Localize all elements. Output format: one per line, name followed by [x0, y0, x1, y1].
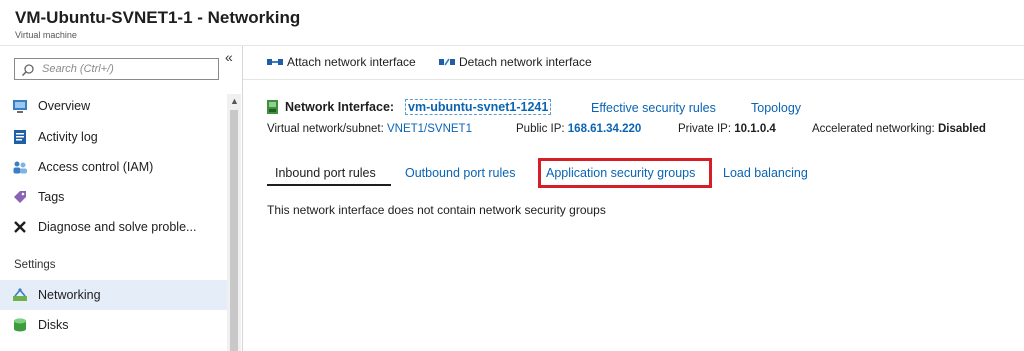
search-input[interactable]: Search (Ctrl+/): [14, 58, 219, 80]
tab-load-balancing[interactable]: Load balancing: [723, 166, 808, 180]
sidebar-item-disks[interactable]: Disks: [0, 310, 227, 340]
search-icon: [21, 64, 34, 77]
networking-icon: [13, 288, 27, 301]
vnet-info: Virtual network/subnet: VNET1/SVNET1: [267, 123, 472, 135]
vnet-link[interactable]: VNET1/SVNET1: [387, 123, 472, 135]
disks-icon: [14, 318, 26, 332]
collapse-sidebar-button[interactable]: «: [225, 49, 233, 65]
page-title: VM-Ubuntu-SVNET1-1 - Networking: [15, 8, 301, 27]
sidebar-item-label: Overview: [38, 99, 91, 113]
detach-label: Detach network interface: [459, 55, 592, 69]
highlight-box: [538, 158, 712, 188]
sidebar-section-settings: Settings: [14, 259, 56, 271]
sidebar-item-label: Access control (IAM): [38, 160, 154, 174]
private-ip-info: Private IP: 10.1.0.4: [678, 123, 776, 135]
activity-log-icon: [14, 130, 26, 144]
scroll-up-icon[interactable]: ▲: [230, 96, 239, 106]
accelerated-networking-info: Accelerated networking: Disabled: [812, 123, 986, 135]
active-tab-indicator: [267, 184, 391, 186]
tab-inbound-port-rules[interactable]: Inbound port rules: [275, 166, 376, 180]
sidebar-item-networking[interactable]: Networking: [0, 280, 227, 310]
network-interface-label: Network Interface:: [285, 100, 395, 114]
search-placeholder: Search (Ctrl+/): [42, 63, 114, 75]
vnet-label: Virtual network/subnet:: [267, 123, 384, 135]
empty-state-message: This network interface does not contain …: [267, 203, 606, 217]
tag-icon: [14, 191, 26, 203]
attach-label: Attach network interface: [287, 55, 416, 69]
sidebar-item-iam[interactable]: Access control (IAM): [0, 152, 227, 182]
detach-icon: [439, 58, 455, 66]
accelerated-networking-value: Disabled: [937, 123, 986, 135]
network-interface-icon: [267, 100, 278, 114]
overview-icon: [13, 100, 27, 113]
network-interface-link[interactable]: vm-ubuntu-svnet1-1241: [405, 99, 552, 115]
wrench-icon: [14, 221, 26, 233]
sidebar-item-label: Diagnose and solve proble...: [38, 220, 197, 234]
sidebar-item-overview[interactable]: Overview: [0, 91, 227, 121]
sidebar-item-label: Tags: [38, 190, 65, 204]
public-ip-label: Public IP:: [516, 123, 565, 135]
sidebar-item-diagnose[interactable]: Diagnose and solve proble...: [0, 212, 227, 242]
effective-security-rules-link[interactable]: Effective security rules: [591, 101, 716, 115]
sidebar-scrollbar[interactable]: ▲: [227, 94, 241, 351]
sidebar-item-label: Networking: [38, 288, 101, 302]
private-ip-label: Private IP:: [678, 123, 732, 135]
sidebar-item-tags[interactable]: Tags: [0, 182, 227, 212]
iam-icon: [13, 161, 27, 174]
private-ip-value: 10.1.0.4: [734, 123, 776, 135]
accelerated-networking-label: Accelerated networking:: [812, 123, 935, 135]
sidebar-item-activity-log[interactable]: Activity log: [0, 122, 227, 152]
sidebar-item-label: Activity log: [38, 130, 98, 144]
sidebar-item-label: Disks: [38, 318, 69, 332]
tab-outbound-port-rules[interactable]: Outbound port rules: [405, 166, 516, 180]
topology-link[interactable]: Topology: [751, 101, 801, 115]
command-bar: Attach network interface Detach network …: [243, 46, 1024, 80]
public-ip-link[interactable]: 168.61.34.220: [568, 123, 642, 135]
attach-icon: [267, 59, 283, 65]
page-header: VM-Ubuntu-SVNET1-1 - Networking Virtual …: [0, 0, 1024, 46]
page-subtitle: Virtual machine: [15, 30, 77, 40]
scrollbar-thumb[interactable]: [230, 110, 238, 351]
public-ip-info: Public IP: 168.61.34.220: [516, 123, 641, 135]
